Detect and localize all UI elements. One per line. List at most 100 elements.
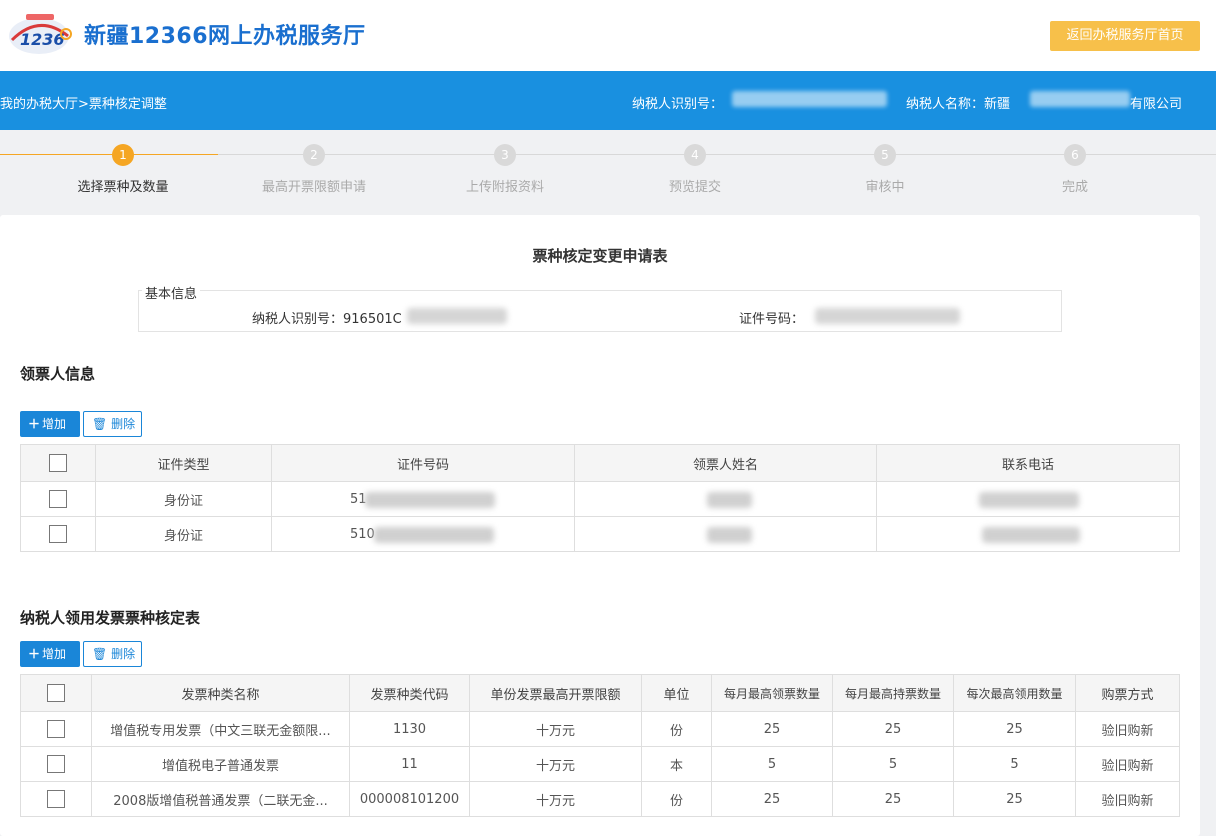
cert-type-cell: 身份证 [95,516,272,552]
limit-cell: 十万元 [469,781,642,817]
monthly-receive-cell: 5 [711,746,833,782]
per-time-cell: 25 [953,711,1076,747]
add-recipient-button[interactable]: ＋增加 [20,411,80,437]
monthly-receive-cell: 25 [711,781,833,817]
invoice-code-cell: 11 [349,746,470,782]
select-all-checkbox[interactable] [49,454,67,472]
row-select-cell[interactable] [20,481,96,517]
cert-no-redacted [365,492,495,508]
cert-no-cell: 51 [271,481,575,517]
column-header: 发票种类代码 [349,674,470,712]
delete-label: 删除 [111,417,136,431]
select-all-cell[interactable] [20,444,96,482]
invoices-table: 发票种类名称 发票种类代码 单份发票最高开票限额 单位 每月最高领票数量 每月最… [20,674,1180,817]
row-select-cell[interactable] [20,746,92,782]
column-header: 每月最高持票数量 [832,674,954,712]
column-header: 证件号码 [271,444,575,482]
name-redacted [707,492,752,508]
step-label: 审核中 [865,180,905,195]
add-label: 增加 [42,647,67,661]
monthly-receive-cell: 25 [711,711,833,747]
basic-info-legend: 基本信息 [142,283,201,302]
invoices-section-title: 纳税人领用发票票种核定表 [20,609,201,627]
phone-redacted [979,492,1079,508]
row-checkbox[interactable] [47,720,65,738]
name-redacted [707,527,752,543]
cert-type-cell: 身份证 [95,481,272,517]
row-checkbox[interactable] [49,525,67,543]
column-header: 领票人姓名 [574,444,877,482]
step-4: 4 预览提交 [625,144,765,195]
per-time-cell: 25 [953,781,1076,817]
row-select-cell[interactable] [20,781,92,817]
main-panel: 票种核定变更申请表 基本信息 纳税人识别号：916501C 证件号码： 领票人信… [0,215,1200,836]
unit-cell: 本 [641,746,712,782]
column-header: 联系电话 [876,444,1180,482]
delete-label: 删除 [111,647,136,661]
limit-cell: 十万元 [469,711,642,747]
form-title: 票种核定变更申请表 [532,247,668,265]
column-header: 每月最高领票数量 [711,674,833,712]
step-label: 预览提交 [668,180,721,195]
taxpayer-name-suffix: 有限公司 [1130,97,1183,112]
taxpayer-id-redacted [732,91,887,107]
table-row: 2008版增值税普通发票（二联无金... 000008101200 十万元 份 … [20,781,1180,817]
step-3: 3 上传附报资料 [435,144,575,195]
step-5: 5 审核中 [815,144,955,195]
step-label: 最高开票限额申请 [261,180,366,195]
invoice-code-cell: 000008101200 [349,781,470,817]
12366-logo-icon: 1236 [9,14,72,54]
delete-invoice-button[interactable]: 🗑 删除 [83,641,142,667]
add-label: 增加 [42,417,67,431]
monthly-hold-cell: 25 [832,781,954,817]
home-button[interactable]: 返回办税服务厅首页 [1050,21,1200,51]
basic-cert-no: 证件号码： [739,312,805,327]
monthly-hold-cell: 25 [832,711,954,747]
delete-recipient-button[interactable]: 🗑 删除 [83,411,142,437]
row-select-cell[interactable] [20,711,92,747]
taxpayer-id-redacted [407,308,507,324]
site-title: 新疆12366网上办税服务厅 [84,24,366,49]
table-row: 增值税电子普通发票 11 十万元 本 5 5 5 验旧购新 [20,746,1180,782]
step-number: 4 [684,144,706,166]
invoice-name-cell: 2008版增值税普通发票（二联无金... [91,781,350,817]
trash-icon: 🗑 [92,647,108,661]
select-all-checkbox[interactable] [47,684,65,702]
step-1: 1 选择票种及数量 [53,144,193,195]
table-row: 增值税专用发票（中文三联无金额限... 1130 十万元 份 25 25 25 … [20,711,1180,747]
add-invoice-button[interactable]: ＋增加 [20,641,80,667]
table-row: 身份证 51 [20,481,1180,517]
table-header-row: 证件类型 证件号码 领票人姓名 联系电话 [20,444,1180,482]
info-bar: 我的办税大厅>票种核定调整 纳税人识别号： 纳税人名称：新疆 有限公司 [0,71,1216,130]
step-6: 6 完成 [1005,144,1145,195]
unit-cell: 份 [641,781,712,817]
row-checkbox[interactable] [47,755,65,773]
row-checkbox[interactable] [47,790,65,808]
step-number: 2 [303,144,325,166]
row-checkbox[interactable] [49,490,67,508]
recipients-table: 证件类型 证件号码 领票人姓名 联系电话 身份证 51 身份证 510 [20,444,1180,552]
column-header: 购票方式 [1075,674,1180,712]
limit-cell: 十万元 [469,746,642,782]
table-row: 身份证 510 [20,516,1180,552]
per-time-cell: 5 [953,746,1076,782]
step-label: 上传附报资料 [465,180,544,195]
method-cell: 验旧购新 [1075,711,1180,747]
row-select-cell[interactable] [20,516,96,552]
step-number: 6 [1064,144,1086,166]
step-number: 1 [112,144,134,166]
column-header: 每次最高领用数量 [953,674,1076,712]
cert-no-cell: 510 [271,516,575,552]
top-header: 1236 新疆12366网上办税服务厅 返回办税服务厅首页 [0,0,1216,71]
trash-icon: 🗑 [92,417,108,431]
cert-no-redacted [815,308,960,324]
name-cell [574,481,877,517]
method-cell: 验旧购新 [1075,781,1180,817]
plus-icon: ＋ [28,417,41,431]
basic-taxpayer-id: 纳税人识别号：916501C [252,312,402,327]
step-2: 2 最高开票限额申请 [244,144,384,195]
taxpayer-id-label: 纳税人识别号： [632,97,724,112]
breadcrumb[interactable]: 我的办税大厅>票种核定调整 [0,93,167,112]
name-cell [574,516,877,552]
select-all-cell[interactable] [20,674,92,712]
